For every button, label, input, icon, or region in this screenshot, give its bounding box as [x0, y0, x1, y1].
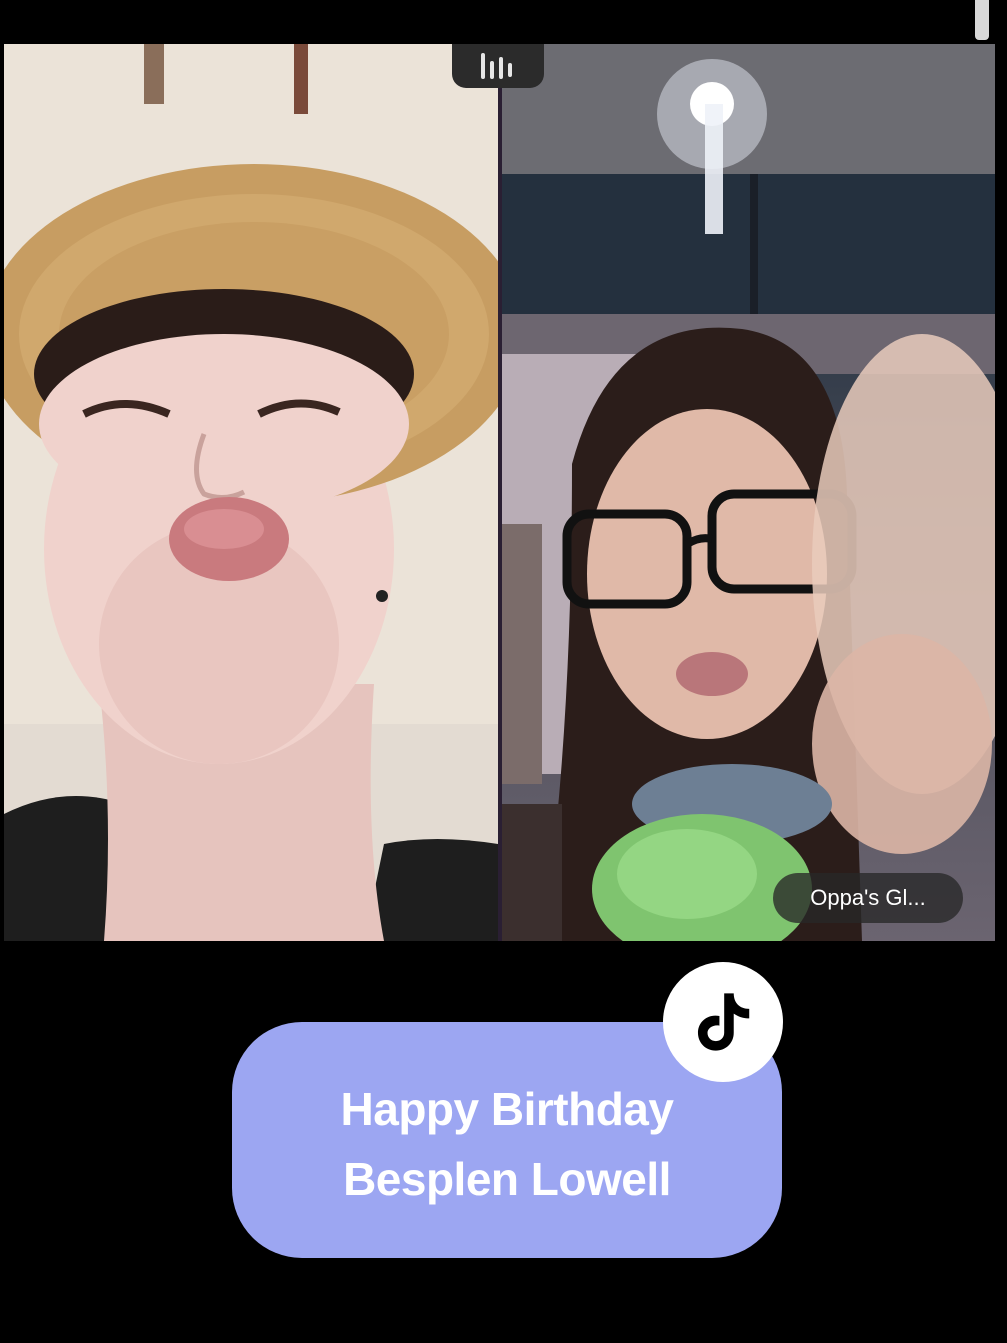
caption-line-2: Besplen Lowell [343, 1153, 671, 1205]
caption-line-1: Happy Birthday [340, 1083, 674, 1135]
edge-indicator [975, 0, 989, 40]
person-with-glasses-image [502, 44, 995, 941]
right-participant-video[interactable] [502, 44, 995, 941]
top-bar [0, 0, 1007, 44]
person-in-straw-hat-image [4, 44, 498, 941]
video-call-screen: Oppa's Gl... Happy Birthday Besplen Lowe… [0, 0, 1007, 1343]
left-participant-video[interactable] [4, 44, 498, 941]
participant-name-tag: Oppa's Gl... [773, 873, 963, 923]
speaker-bars-icon [481, 53, 512, 79]
active-speaker-indicator [452, 44, 544, 88]
tiktok-badge[interactable] [663, 962, 783, 1082]
tiktok-logo-icon [697, 993, 750, 1051]
